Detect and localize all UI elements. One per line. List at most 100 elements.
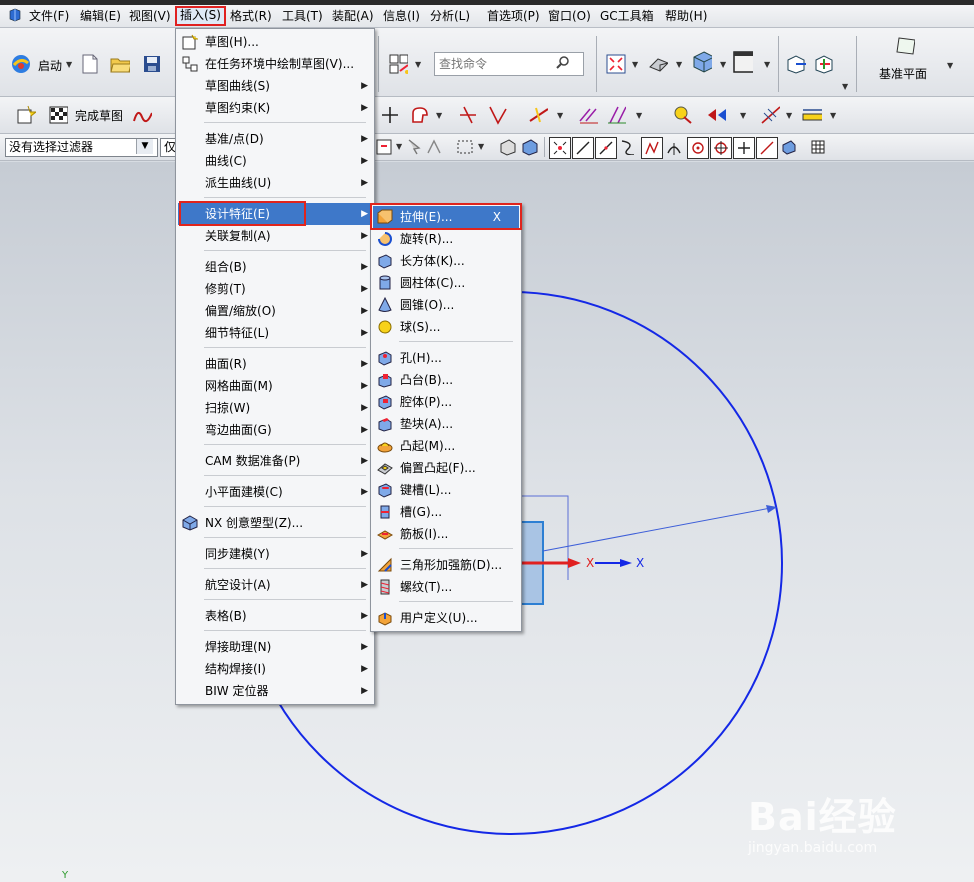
selection-mode-dropdown-icon[interactable]: ▼ xyxy=(396,142,402,151)
shaded-cube-icon[interactable] xyxy=(692,51,712,73)
constraints-icon[interactable] xyxy=(578,105,598,125)
measure-icon[interactable] xyxy=(802,105,822,125)
fit-view-dropdown-icon[interactable]: ▼ xyxy=(632,60,638,69)
datum-plane-dropdown-icon[interactable]: ▼ xyxy=(947,61,953,70)
center-snap-icon[interactable] xyxy=(687,137,709,159)
constraints-dropdown-icon[interactable]: ▼ xyxy=(636,111,642,120)
layer-settings-icon[interactable] xyxy=(388,54,408,74)
menu-item-hole[interactable]: 孔(H)... xyxy=(373,347,519,369)
on-face-snap-icon[interactable] xyxy=(779,137,799,157)
quadrant-snap-icon[interactable] xyxy=(710,137,732,159)
menu-file[interactable]: 文件(F) xyxy=(29,8,69,24)
menu-tools[interactable]: 工具(T) xyxy=(282,8,323,24)
trim-icon[interactable] xyxy=(458,105,478,125)
menu-item-sketch-curve[interactable]: 草图曲线(S) ▶ xyxy=(178,75,372,97)
menu-item-associative-copy[interactable]: 关联复制(A) ▶ xyxy=(178,225,372,247)
menu-item-sketch-constraint[interactable]: 草图约束(K) ▶ xyxy=(178,97,372,119)
fillet-dropdown-icon[interactable]: ▼ xyxy=(436,111,442,120)
inference-icon[interactable] xyxy=(672,105,692,125)
menu-item-surface[interactable]: 曲面(R) ▶ xyxy=(178,353,372,375)
sketch-icon[interactable] xyxy=(16,105,36,125)
grid-icon[interactable] xyxy=(808,137,828,157)
box-select-dropdown-icon[interactable]: ▼ xyxy=(478,142,484,151)
menu-item-emboss[interactable]: 凸起(M)... xyxy=(373,435,519,457)
menu-item-trim[interactable]: 修剪(T) ▶ xyxy=(178,278,372,300)
menu-item-facet-modeling[interactable]: 小平面建模(C) ▶ xyxy=(178,481,372,503)
menu-analysis[interactable]: 分析(L) xyxy=(430,8,470,24)
line-snap-icon[interactable] xyxy=(572,137,594,159)
curve-snap-icon[interactable] xyxy=(618,137,638,157)
menu-format[interactable]: 格式(R) xyxy=(230,8,272,24)
menu-item-boss[interactable]: 凸台(B)... xyxy=(373,369,519,391)
menu-item-aero-design[interactable]: 航空设计(A) ▶ xyxy=(178,574,372,596)
menu-item-derived-curve[interactable]: 派生曲线(U) ▶ xyxy=(178,172,372,194)
start-label[interactable]: 启动 xyxy=(38,57,62,74)
measure-dropdown-icon[interactable]: ▼ xyxy=(830,111,836,120)
menu-item-pad[interactable]: 垫块(A)... xyxy=(373,413,519,435)
menu-info[interactable]: 信息(I) xyxy=(383,8,420,24)
intersection-snap-icon[interactable] xyxy=(641,137,663,159)
cross-snap-icon[interactable] xyxy=(733,137,755,159)
select-body-icon[interactable] xyxy=(498,137,518,157)
menu-item-detail-feature[interactable]: 细节特征(L) ▶ xyxy=(178,322,372,344)
menu-item-cylinder[interactable]: 圆柱体(C)... xyxy=(373,272,519,294)
view-orient-dropdown-icon[interactable]: ▼ xyxy=(720,60,726,69)
menu-item-cone[interactable]: 圆锥(O)... xyxy=(373,294,519,316)
menu-item-thread[interactable]: 螺纹(T)... xyxy=(373,576,519,598)
menu-item-sweep[interactable]: 扫掠(W) ▶ xyxy=(178,397,372,419)
menu-item-dart[interactable]: 三角形加强筋(D)... xyxy=(373,554,519,576)
menu-item-pocket[interactable]: 腔体(P)... xyxy=(373,391,519,413)
menu-help[interactable]: 帮助(H) xyxy=(665,8,707,24)
menu-item-structure-weld[interactable]: 结构焊接(I) ▶ xyxy=(178,658,372,680)
menu-item-revolve[interactable]: 旋转(R)... xyxy=(373,228,519,250)
extend-icon[interactable] xyxy=(488,105,508,125)
menu-item-sketch[interactable]: 草图(H)... xyxy=(178,31,372,53)
snap-point-icon[interactable] xyxy=(706,105,726,125)
dimension-icon[interactable] xyxy=(760,105,780,125)
lasso-icon[interactable] xyxy=(424,137,444,157)
background-icon[interactable] xyxy=(733,51,753,73)
on-curve-snap-icon[interactable] xyxy=(756,137,778,159)
menu-item-user-defined[interactable]: 用户定义(U)... xyxy=(373,607,519,629)
menu-insert[interactable]: 插入(S) xyxy=(175,6,226,26)
menu-item-nx-realize-shape[interactable]: NX 创意塑型(Z)... xyxy=(178,512,372,534)
snap-icon[interactable] xyxy=(814,54,834,74)
new-file-icon[interactable] xyxy=(80,54,100,74)
filter-dropdown-icon[interactable]: ▼ xyxy=(136,139,153,154)
menu-item-offset-scale[interactable]: 偏置/缩放(O) ▶ xyxy=(178,300,372,322)
layer-dropdown-icon[interactable]: ▼ xyxy=(415,60,421,69)
menu-item-synchronous-modeling[interactable]: 同步建模(Y) ▶ xyxy=(178,543,372,565)
menu-item-curve[interactable]: 曲线(C) ▶ xyxy=(178,150,372,172)
dimension-dropdown-icon[interactable]: ▼ xyxy=(786,111,792,120)
menu-gc-toolbox[interactable]: GC工具箱 xyxy=(600,8,654,24)
menu-preferences[interactable]: 首选项(P) xyxy=(487,8,540,24)
menu-item-cam-data[interactable]: CAM 数据准备(P) ▶ xyxy=(178,450,372,472)
menu-assembly[interactable]: 装配(A) xyxy=(332,8,374,24)
fit-view-icon[interactable] xyxy=(606,54,626,74)
menu-item-biw-locator[interactable]: BIW 定位器 ▶ xyxy=(178,680,372,702)
wcs-icon[interactable] xyxy=(786,54,806,74)
datum-plane-icon[interactable] xyxy=(895,36,915,56)
box-select-icon[interactable] xyxy=(455,137,475,157)
trim-dropdown-icon[interactable]: ▼ xyxy=(557,111,563,120)
selection-mode-icon[interactable] xyxy=(374,137,394,157)
background-dropdown-icon[interactable]: ▼ xyxy=(764,60,770,69)
app-logo-icon[interactable] xyxy=(8,8,22,24)
render-style-dropdown-icon[interactable]: ▼ xyxy=(676,60,682,69)
menu-item-mesh-surface[interactable]: 网格曲面(M) ▶ xyxy=(178,375,372,397)
snap-dropdown-icon[interactable]: ▼ xyxy=(740,111,746,120)
menu-view[interactable]: 视图(V) xyxy=(129,8,171,24)
auto-constraint-icon[interactable] xyxy=(606,105,626,125)
menu-item-datum-point[interactable]: 基准/点(D) ▶ xyxy=(178,128,372,150)
menu-item-table[interactable]: 表格(B) ▶ xyxy=(178,605,372,627)
search-icon[interactable] xyxy=(556,55,570,72)
start-dropdown-icon[interactable]: ▼ xyxy=(66,60,72,69)
fillet-icon[interactable] xyxy=(410,105,430,125)
endpoint-snap-icon[interactable] xyxy=(549,137,571,159)
snap-pointer-icon[interactable] xyxy=(404,137,424,157)
render-style-icon[interactable] xyxy=(648,54,668,74)
quick-trim-icon[interactable] xyxy=(528,105,548,125)
menu-item-flange-surface[interactable]: 弯边曲面(G) ▶ xyxy=(178,419,372,441)
menu-item-sketch-in-task[interactable]: 在任务环境中绘制草图(V)... xyxy=(178,53,372,75)
select-face-icon[interactable] xyxy=(520,137,540,157)
